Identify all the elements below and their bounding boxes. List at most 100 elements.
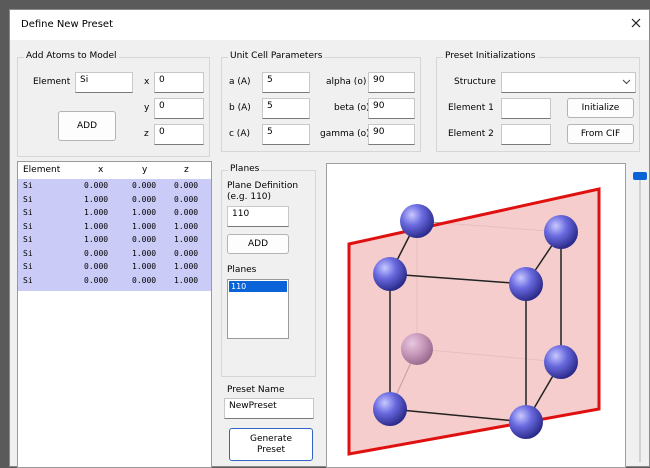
atom-table[interactable]: Element x y z Si 0.000 0.000 0.000 Si 1.000 0.… <box>17 161 212 468</box>
beta-input[interactable]: 90 <box>368 98 415 119</box>
table-row[interactable]: Si 0.000 1.000 0.000 <box>18 249 211 259</box>
atom-front-bottom-right <box>509 405 543 439</box>
unit-cell-title: Unit Cell Parameters <box>228 51 325 61</box>
cell-z: 1.000 <box>174 235 199 244</box>
element1-input[interactable] <box>501 98 551 119</box>
alpha-input[interactable]: 90 <box>368 72 415 93</box>
table-row[interactable]: Si 1.000 0.000 0.000 <box>18 195 211 205</box>
atom-back-top-left <box>400 204 434 238</box>
add-plane-button[interactable]: ADD <box>227 234 289 254</box>
preset-name-label: Preset Name <box>227 385 285 395</box>
element-input[interactable]: Si <box>75 72 133 93</box>
structure-viewer[interactable] <box>326 163 626 468</box>
cell-z: 1.000 <box>174 221 199 231</box>
cell-y: 1.000 <box>132 262 157 271</box>
cell-element: Si <box>23 262 33 271</box>
y-label: y <box>144 103 150 113</box>
element-label: Element <box>33 77 71 87</box>
cell-x: 1.000 <box>84 221 109 231</box>
column-header-y[interactable]: y <box>142 165 147 175</box>
alpha-label: alpha (o) <box>326 77 367 87</box>
table-row[interactable]: Si 1.000 1.000 1.000 <box>18 222 211 232</box>
cell-x: 0.000 <box>84 262 109 271</box>
gamma-label: gamma (o) <box>320 129 370 139</box>
plane-definition-input[interactable]: 110 <box>227 206 289 227</box>
cell-x: 1.000 <box>84 208 109 217</box>
structure-select[interactable] <box>501 72 636 93</box>
plane-definition-label: Plane Definition (e.g. 110) <box>227 181 299 202</box>
atom-front-top-left <box>373 257 407 291</box>
c-label: c (A) <box>229 129 250 139</box>
cell-x: 1.000 <box>84 194 109 204</box>
gamma-input[interactable]: 90 <box>368 124 415 145</box>
cell-y: 0.000 <box>132 275 157 285</box>
table-row[interactable]: Si 0.000 1.000 1.000 <box>18 262 211 272</box>
cell-z: 0.000 <box>174 208 199 217</box>
table-row[interactable]: Si 0.000 0.000 0.000 <box>18 181 211 191</box>
planes-group: Planes Plane Definition (e.g. 110) 110 A… <box>221 164 316 377</box>
x-input[interactable]: 0 <box>154 72 204 93</box>
cell-y: 0.000 <box>132 235 157 244</box>
element2-label: Element 2 <box>448 129 494 139</box>
z-label: z <box>144 129 149 139</box>
unit-cell-group: Unit Cell Parameters a (A) 5 b (A) 5 c (… <box>221 51 421 152</box>
slider-thumb[interactable] <box>633 172 647 180</box>
table-row[interactable]: Si 1.000 0.000 1.000 <box>18 235 211 245</box>
cell-z: 0.000 <box>174 194 199 204</box>
atom-front-bottom-left <box>373 392 407 426</box>
column-header-x[interactable]: x <box>98 165 103 175</box>
crystal-render <box>347 187 601 456</box>
column-header-element[interactable]: Element <box>23 165 60 175</box>
chevron-down-icon <box>622 79 631 85</box>
table-row[interactable]: Si 0.000 0.000 1.000 <box>18 276 211 286</box>
preset-init-group: Preset Initializations Structure Element… <box>436 51 640 152</box>
title-bar: Define New Preset <box>10 10 649 40</box>
b-label: b (A) <box>229 103 251 113</box>
close-icon[interactable] <box>629 16 643 30</box>
column-header-z[interactable]: z <box>184 165 189 175</box>
dialog-title: Define New Preset <box>21 19 113 30</box>
initialize-button[interactable]: Initialize <box>567 98 634 118</box>
add-atoms-group: Add Atoms to Model Element Si x 0 y 0 z … <box>17 51 210 157</box>
cell-x: 0.000 <box>84 275 109 285</box>
cell-element: Si <box>23 235 33 244</box>
planes-list-label: Planes <box>227 265 257 275</box>
a-input[interactable]: 5 <box>262 72 310 93</box>
cell-element: Si <box>23 275 33 285</box>
cell-element: Si <box>23 181 33 190</box>
zoom-slider[interactable] <box>633 172 647 462</box>
cell-element: Si <box>23 221 33 231</box>
cell-x: 0.000 <box>84 248 109 258</box>
add-atom-button[interactable]: ADD <box>58 111 116 141</box>
beta-label: beta (o) <box>334 103 370 113</box>
element1-label: Element 1 <box>448 103 494 113</box>
element2-input[interactable] <box>501 124 551 145</box>
cell-y: 0.000 <box>132 194 157 204</box>
cell-z: 0.000 <box>174 248 199 258</box>
atom-back-top-right <box>544 215 578 249</box>
cell-x: 1.000 <box>84 235 109 244</box>
c-input[interactable]: 5 <box>262 124 310 145</box>
from-cif-button[interactable]: From CIF <box>567 124 634 144</box>
b-input[interactable]: 5 <box>262 98 310 119</box>
preset-name-input[interactable]: NewPreset <box>224 398 314 419</box>
y-input[interactable]: 0 <box>154 98 204 119</box>
planes-title: Planes <box>228 164 262 174</box>
cell-y: 0.000 <box>132 181 157 190</box>
z-input[interactable]: 0 <box>154 124 204 145</box>
cell-y: 1.000 <box>132 248 157 258</box>
structure-label: Structure <box>454 77 496 87</box>
slider-track <box>639 172 641 462</box>
generate-preset-button[interactable]: Generate Preset <box>229 428 313 461</box>
cell-y: 1.000 <box>132 221 157 231</box>
planes-list[interactable]: 110 <box>227 279 289 339</box>
planes-list-item[interactable]: 110 <box>229 281 287 292</box>
cell-element: Si <box>23 194 33 204</box>
atom-back-bottom-right <box>544 345 578 379</box>
cell-element: Si <box>23 208 33 217</box>
preset-init-title: Preset Initializations <box>443 51 538 61</box>
a-label: a (A) <box>229 77 251 87</box>
table-row[interactable]: Si 1.000 1.000 0.000 <box>18 208 211 218</box>
cell-y: 1.000 <box>132 208 157 217</box>
cell-z: 1.000 <box>174 275 199 285</box>
